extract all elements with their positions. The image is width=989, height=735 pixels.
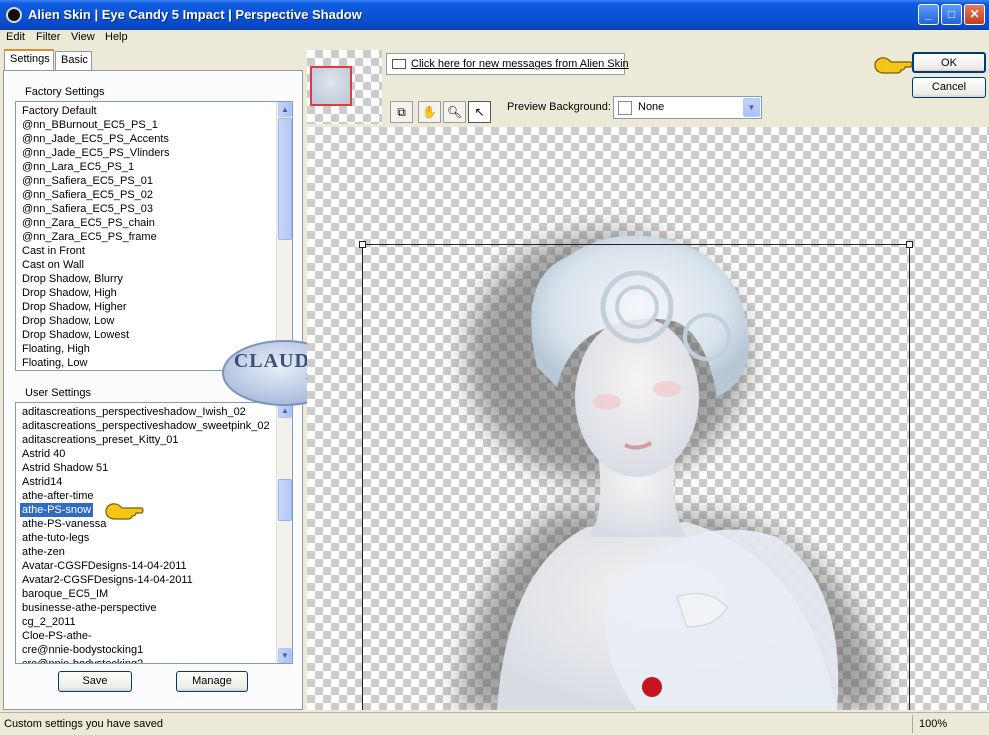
list-item[interactable]: Drop Shadow, Blurry <box>22 272 123 286</box>
preview-background-select[interactable]: None ▼ <box>613 96 762 119</box>
save-button[interactable]: Save <box>58 671 132 692</box>
list-item[interactable]: Cloe-PS-athe- <box>22 629 92 643</box>
list-item[interactable]: baroque_EC5_IM <box>22 587 108 601</box>
menu-view[interactable]: View <box>71 31 95 43</box>
list-item[interactable]: athe-tuto-legs <box>22 531 89 545</box>
list-item[interactable]: @nn_BBurnout_EC5_PS_1 <box>22 118 158 132</box>
list-item[interactable]: Astrid14 <box>22 475 62 489</box>
background-swatch <box>618 101 632 115</box>
list-item[interactable]: aditascreations_preset_Kitty_01 <box>22 433 179 447</box>
list-item[interactable]: businesse-athe-perspective <box>22 601 157 615</box>
user-settings-label: User Settings <box>25 387 92 399</box>
list-item[interactable]: @nn_Safiera_EC5_PS_01 <box>22 174 153 188</box>
tab-basic[interactable]: Basic <box>55 51 92 70</box>
factory-list-scrollbar[interactable]: ▲ ▼ <box>276 102 292 370</box>
list-item[interactable]: athe-PS-snow <box>20 503 94 517</box>
menu-bar: Edit Filter View Help <box>0 30 989 46</box>
window-title: Alien Skin | Eye Candy 5 Impact | Perspe… <box>28 7 362 22</box>
menu-filter[interactable]: Filter <box>36 31 60 43</box>
preview-canvas[interactable] <box>307 127 989 710</box>
list-item[interactable]: Drop Shadow, High <box>22 286 117 300</box>
list-item[interactable]: @nn_Safiera_EC5_PS_02 <box>22 188 153 202</box>
list-item[interactable]: Drop Shadow, Low <box>22 314 114 328</box>
chevron-down-icon[interactable]: ▼ <box>743 98 760 117</box>
zoom-level: 100% <box>919 718 948 730</box>
scroll-thumb[interactable] <box>278 479 292 521</box>
close-button[interactable]: ✕ <box>964 4 985 25</box>
list-item[interactable]: cre@nnie-bodystocking2 <box>22 657 143 663</box>
envelope-icon <box>392 59 406 69</box>
selection-rectangle[interactable] <box>362 244 910 710</box>
scroll-up-arrow-icon[interactable]: ▲ <box>278 102 292 117</box>
maximize-button[interactable]: □ <box>941 4 962 25</box>
list-item[interactable]: cre@nnie-bodystocking1 <box>22 643 143 657</box>
title-bar: Alien Skin | Eye Candy 5 Impact | Perspe… <box>0 0 989 30</box>
preview-background-label: Preview Background: <box>507 101 611 113</box>
list-item[interactable]: @nn_Safiera_EC5_PS_03 <box>22 202 153 216</box>
compare-preview-icon[interactable]: ⧉ <box>390 101 413 123</box>
list-item[interactable]: Avatar2-CGSFDesigns-14-04-2011 <box>22 573 193 587</box>
resize-handle[interactable] <box>906 241 913 248</box>
list-item[interactable]: aditascreations_perspectiveshadow_Iwish_… <box>22 405 246 419</box>
list-item[interactable]: Floating, High <box>22 342 90 356</box>
factory-settings-label: Factory Settings <box>25 86 105 98</box>
user-list-scrollbar[interactable]: ▲ ▼ <box>276 403 292 663</box>
ok-button[interactable]: OK <box>912 52 986 73</box>
navigator-view-box[interactable] <box>310 66 352 106</box>
user-settings-list[interactable]: aditascreations_perspectiveshadow_Iwish_… <box>15 402 293 664</box>
cancel-button[interactable]: Cancel <box>912 77 986 98</box>
messages-link[interactable]: Click here for new messages from Alien S… <box>411 58 629 70</box>
scroll-down-arrow-icon[interactable]: ▼ <box>278 648 292 663</box>
resize-handle[interactable] <box>359 241 366 248</box>
navigator-thumbnail[interactable] <box>307 50 382 124</box>
arrow-tool-icon[interactable]: ↖ <box>468 101 491 123</box>
list-item[interactable]: athe-after-time <box>22 489 94 503</box>
preview-background-value: None <box>638 101 665 113</box>
list-item[interactable]: Drop Shadow, Lowest <box>22 328 129 342</box>
list-item[interactable]: Astrid Shadow 51 <box>22 461 108 475</box>
alien-skin-app-icon <box>6 7 22 23</box>
list-item[interactable]: @nn_Zara_EC5_PS_chain <box>22 216 155 230</box>
status-divider <box>912 715 913 733</box>
list-item[interactable]: @nn_Zara_EC5_PS_frame <box>22 230 157 244</box>
list-item[interactable]: Cast in Front <box>22 244 85 258</box>
list-item[interactable]: Astrid 40 <box>22 447 65 461</box>
pointing-hand-icon <box>105 503 144 520</box>
list-item[interactable]: Drop Shadow, Higher <box>22 300 127 314</box>
list-item[interactable]: cg_2_2011 <box>22 615 76 629</box>
list-item[interactable]: aditascreations_perspectiveshadow_sweetp… <box>22 419 270 433</box>
list-item[interactable]: athe-zen <box>22 545 65 559</box>
factory-settings-list[interactable]: Factory Default @nn_BBurnout_EC5_PS_1 @nn_… <box>15 101 293 371</box>
zoom-tool-icon[interactable]: 🔍︎ <box>443 101 466 123</box>
messages-box[interactable]: Click here for new messages from Alien S… <box>386 53 629 75</box>
hand-tool-icon[interactable]: ✋ <box>418 101 441 123</box>
list-item[interactable]: @nn_Jade_EC5_PS_Accents <box>22 132 169 146</box>
menu-help[interactable]: Help <box>105 31 128 43</box>
list-item[interactable]: @nn_Jade_EC5_PS_Vlinders <box>22 146 170 160</box>
list-item[interactable]: Cast on Wall <box>22 258 84 272</box>
list-item[interactable]: athe-PS-vanessa <box>22 517 106 531</box>
menu-edit[interactable]: Edit <box>6 31 25 43</box>
manage-button[interactable]: Manage <box>176 671 248 692</box>
pointing-hand-icon <box>874 57 913 74</box>
minimize-button[interactable]: _ <box>918 4 939 25</box>
status-bar: Custom settings you have saved 100% <box>0 712 989 735</box>
tab-settings[interactable]: Settings <box>4 49 54 71</box>
list-item[interactable]: Factory Default <box>22 104 97 118</box>
list-item[interactable]: Floating, Low <box>22 356 87 370</box>
status-message: Custom settings you have saved <box>4 718 163 730</box>
scroll-thumb[interactable] <box>278 118 292 240</box>
list-item[interactable]: Avatar-CGSFDesigns-14-04-2011 <box>22 559 187 573</box>
list-item[interactable]: @nn_Lara_EC5_PS_1 <box>22 160 134 174</box>
